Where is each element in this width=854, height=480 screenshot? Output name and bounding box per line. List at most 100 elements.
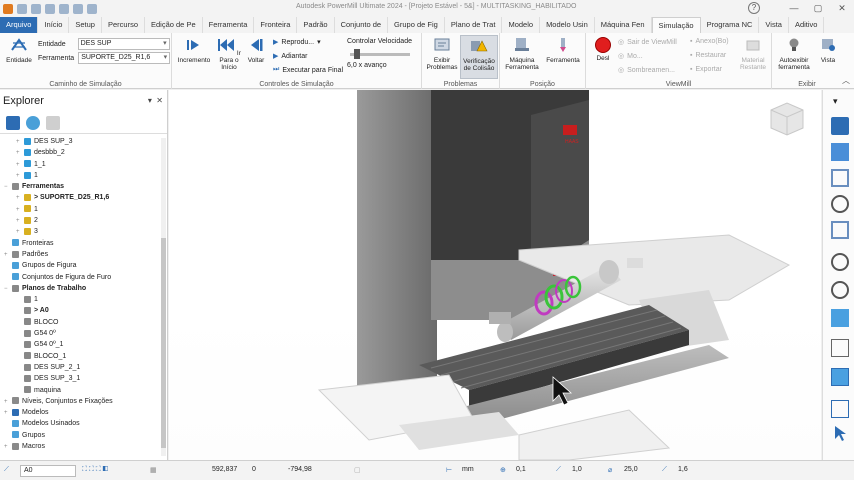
tree-item[interactable]: 1: [0, 294, 160, 305]
tab-grupo-de-fig[interactable]: Grupo de Fig: [388, 17, 445, 33]
tree-item[interactable]: Fronteiras: [0, 238, 160, 249]
dropdown-icon[interactable]: ▾: [148, 96, 152, 105]
tab-ferramenta[interactable]: Ferramenta: [203, 17, 255, 33]
close-icon[interactable]: ✕: [830, 0, 854, 17]
tree-item[interactable]: +2: [0, 215, 160, 226]
reproduzir-button[interactable]: ▶ Reprodu... ▾: [273, 38, 321, 47]
tab-modelo[interactable]: Modelo: [502, 17, 541, 33]
entidade-button[interactable]: Entidade: [4, 37, 34, 64]
pointer-icon[interactable]: [831, 424, 849, 442]
axis-icon[interactable]: [831, 400, 849, 418]
tree-item[interactable]: Modelos Usinados: [0, 418, 160, 429]
maquina-ferramenta-button[interactable]: Máquina Ferramenta: [502, 37, 542, 71]
collapse-ribbon-icon[interactable]: ︿: [842, 75, 850, 86]
tree-item[interactable]: + DES SUP_3: [0, 136, 160, 147]
undo-icon[interactable]: [59, 3, 69, 14]
voltar-button[interactable]: Voltar: [244, 37, 268, 64]
mode-button[interactable]: ◎ Mo...: [618, 52, 643, 61]
iso-view-icon[interactable]: [831, 169, 849, 187]
open-icon[interactable]: [31, 3, 41, 14]
explorer-scrollbar[interactable]: [161, 138, 166, 456]
vista-button[interactable]: Vista: [816, 37, 840, 64]
tree-item[interactable]: G54 0º_1: [0, 339, 160, 350]
tree-item[interactable]: Conjuntos de Figura de Furo: [0, 272, 160, 283]
save-icon[interactable]: [45, 3, 55, 14]
help-icon[interactable]: ?: [748, 2, 760, 14]
tab-percurso[interactable]: Percurso: [102, 17, 145, 33]
tree-item[interactable]: Grupos: [0, 430, 160, 441]
tree-item[interactable]: BLOCO_1: [0, 351, 160, 362]
maximize-icon[interactable]: ▢: [806, 0, 830, 17]
tab-modelo-usin[interactable]: Modelo Usin: [540, 17, 595, 33]
tree-item[interactable]: + desbbb_2: [0, 147, 160, 158]
grid-icon[interactable]: ▦: [150, 466, 157, 474]
desl-button[interactable]: Desl: [590, 37, 616, 62]
tab-vista[interactable]: Vista: [759, 17, 789, 33]
speed-slider[interactable]: [350, 49, 410, 59]
tab-conjunto-de[interactable]: Conjunto de: [335, 17, 389, 33]
adiantar-button[interactable]: ▶ Adiantar: [273, 52, 307, 61]
zoom-icon[interactable]: [831, 195, 849, 213]
minimize-icon[interactable]: —: [782, 0, 806, 17]
collapse-toolbar-icon[interactable]: ▾: [833, 96, 838, 107]
zoom-out-icon[interactable]: [831, 281, 849, 299]
exportar-button[interactable]: ▪ Exportar: [690, 66, 722, 73]
tree-item[interactable]: > A0: [0, 305, 160, 316]
tab-programa-nc[interactable]: Programa NC: [701, 17, 760, 33]
select-icon[interactable]: [831, 117, 849, 135]
tree-item[interactable]: − Planos de Trabalho: [0, 283, 160, 294]
restaurar-button[interactable]: ▪ Restaurar: [690, 52, 726, 59]
incremento-button[interactable]: Incremento: [176, 37, 212, 64]
trash-icon[interactable]: [46, 115, 60, 130]
tree-view-icon[interactable]: [6, 115, 20, 130]
view-cube[interactable]: [770, 102, 804, 136]
anexo-button[interactable]: ▪ Anexo(Bo): [690, 38, 729, 45]
tab-m-quina-fen[interactable]: Máquina Fen: [595, 17, 652, 33]
tab-plano-de-trat[interactable]: Plano de Trat: [445, 17, 503, 33]
close-panel-icon[interactable]: ✕: [156, 96, 163, 105]
tab-edi-o-de-pe[interactable]: Edição de Pe: [145, 17, 203, 33]
tree-item[interactable]: Grupos de Figura: [0, 260, 160, 271]
app-logo-icon[interactable]: [3, 3, 13, 14]
globe-icon[interactable]: [26, 115, 40, 130]
tree-item[interactable]: + Modelos: [0, 407, 160, 418]
redo-icon[interactable]: [73, 3, 83, 14]
tree-item[interactable]: BLOCO: [0, 317, 160, 328]
tab-in-cio[interactable]: Início: [38, 17, 70, 33]
sombreamento-button[interactable]: ◎ Sombreamen...: [618, 66, 675, 75]
exibir-problemas-button[interactable]: Exibir Problemas: [424, 37, 460, 71]
ferramenta-position-button[interactable]: Ferramenta: [544, 37, 582, 64]
tree-item[interactable]: +1: [0, 204, 160, 215]
speed-slider-handle[interactable]: [354, 49, 360, 59]
tree-item[interactable]: + > SUPORTE_D25_R1,6: [0, 192, 160, 203]
tree-item[interactable]: DES SUP_3_1: [0, 373, 160, 384]
tree-item[interactable]: + Padrões: [0, 249, 160, 260]
snap-icon[interactable]: ▢: [354, 466, 361, 474]
transparent-view-icon[interactable]: [831, 368, 849, 386]
tree-item[interactable]: − Ferramentas: [0, 181, 160, 192]
tree-item[interactable]: G54 0º: [0, 328, 160, 339]
new-icon[interactable]: [17, 3, 27, 14]
zoom-box-icon[interactable]: [831, 253, 849, 271]
ferramenta-combo[interactable]: SUPORTE_D25_R1,6: [78, 52, 171, 64]
autoexibir-ferramenta-button[interactable]: Autoexibir ferramenta: [774, 37, 814, 71]
tab-setup[interactable]: Setup: [69, 17, 102, 33]
tab-simula-o[interactable]: Simulação: [651, 17, 701, 33]
scrollbar-thumb[interactable]: [161, 238, 166, 448]
material-restante-button[interactable]: Material Restante: [736, 37, 770, 71]
tree-item[interactable]: +1_1: [0, 159, 160, 170]
tree-item[interactable]: + Macros: [0, 441, 160, 452]
shaded-view-icon[interactable]: [831, 309, 849, 327]
tab-aditivo[interactable]: Aditivo: [789, 17, 825, 33]
tree-item[interactable]: maquina: [0, 385, 160, 396]
tree-item[interactable]: +3: [0, 226, 160, 237]
expand-toggle-icon[interactable]: +: [4, 442, 12, 453]
shaded-cube-icon[interactable]: [831, 143, 849, 161]
tree-item[interactable]: +1: [0, 170, 160, 181]
tab-padr-o[interactable]: Padrão: [297, 17, 335, 33]
page-view-icon[interactable]: [831, 221, 849, 239]
sair-viewmill-button[interactable]: ◎ Sair de ViewMill: [618, 38, 677, 47]
entidade-combo[interactable]: DES SUP: [77, 38, 170, 50]
graphics-viewport[interactable]: HAAS: [169, 90, 821, 460]
wireframe-icon[interactable]: [831, 339, 849, 357]
